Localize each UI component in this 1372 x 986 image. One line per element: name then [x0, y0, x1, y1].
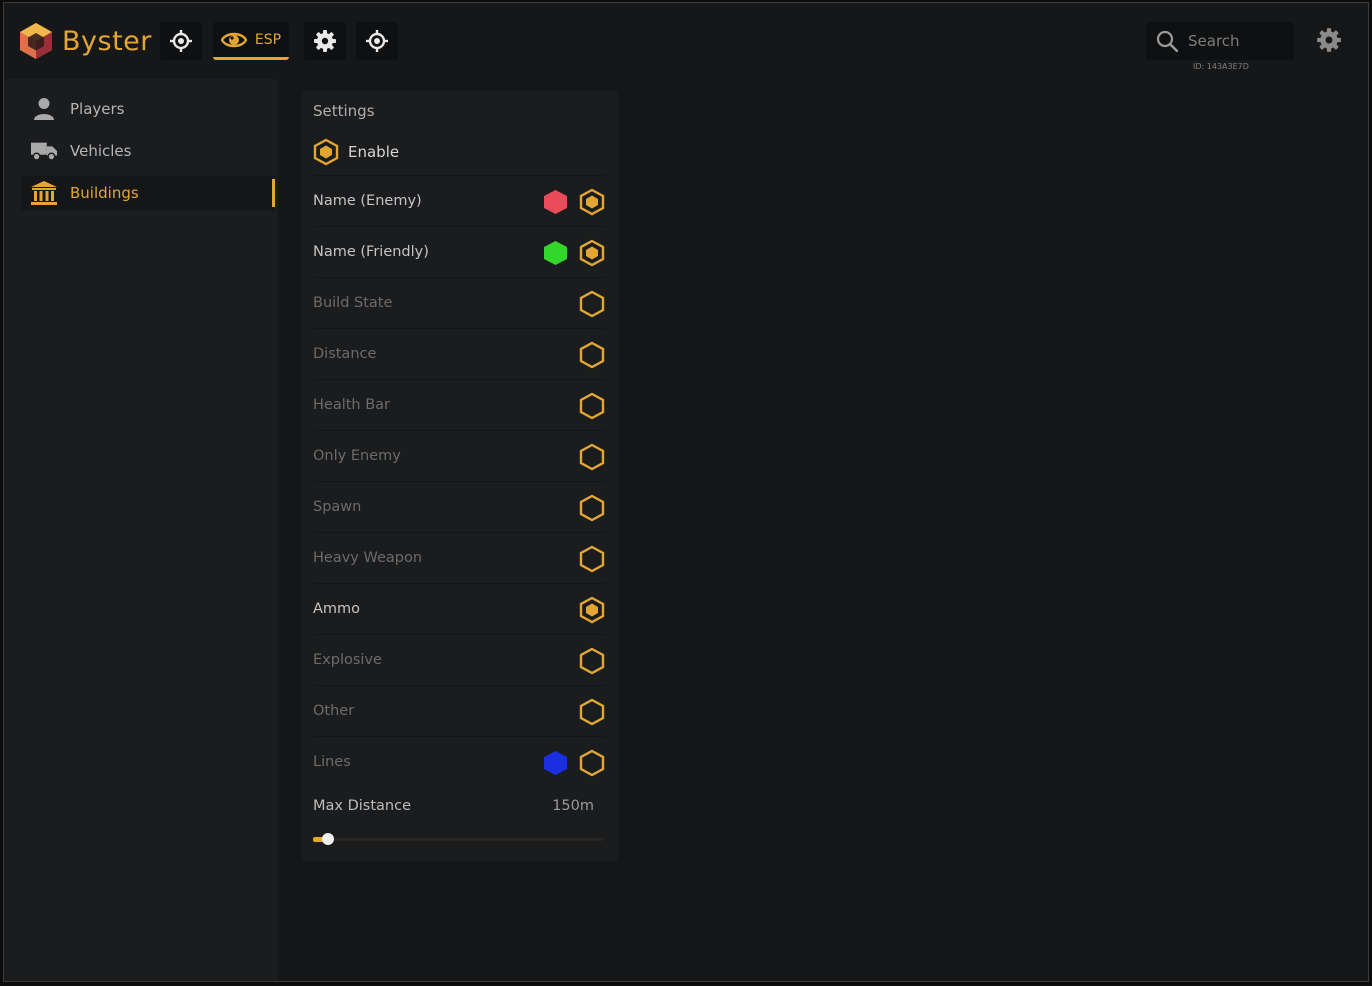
max-distance-row: Max Distance 150m — [313, 795, 605, 819]
option-label: Health Bar — [313, 397, 391, 413]
sidebar-item-label: Players — [70, 100, 125, 118]
option-row-heavy-weapon: Heavy Weapon — [313, 532, 605, 583]
panel-title: Settings — [313, 102, 375, 120]
option-row-ammo: Ammo — [313, 583, 605, 634]
color-picker-hex[interactable] — [543, 750, 568, 776]
color-picker-hex[interactable] — [543, 189, 568, 215]
active-indicator — [272, 179, 275, 207]
option-label: Spawn — [313, 499, 362, 515]
hex-checkbox-unchecked-icon[interactable] — [579, 443, 605, 471]
eye-icon — [220, 32, 247, 47]
app-name: Byster — [62, 25, 152, 57]
option-row-name-enemy: Name (Enemy) — [313, 175, 605, 226]
crosshair-icon — [170, 30, 192, 52]
option-label: Ammo — [313, 601, 361, 617]
option-label: Explosive — [313, 652, 382, 668]
option-label: Build State — [313, 295, 393, 311]
user-id-text: ID: 143A3E7D — [1193, 62, 1249, 71]
hex-checkbox-checked-icon — [313, 138, 339, 166]
option-row-lines: Lines — [313, 736, 605, 787]
option-row-other: Other — [313, 685, 605, 736]
option-label: Only Enemy — [313, 448, 401, 464]
max-distance-slider[interactable] — [313, 833, 603, 845]
nav-esp-tab[interactable]: ESP — [213, 22, 289, 60]
sidebar-item-vehicles[interactable]: Vehicles — [21, 134, 275, 168]
hex-checkbox-checked-icon[interactable] — [579, 239, 605, 267]
sidebar-item-label: Vehicles — [70, 142, 132, 160]
hex-checkbox-unchecked-icon[interactable] — [579, 392, 605, 420]
gear-icon — [314, 30, 336, 52]
search-input[interactable] — [1186, 31, 1290, 51]
hex-checkbox-unchecked-icon[interactable] — [579, 545, 605, 573]
crosshair-icon — [366, 30, 388, 52]
main-content: Settings Enable Name (Enemy) Name (Frien… — [278, 79, 1368, 981]
search-box[interactable] — [1146, 22, 1294, 60]
nav-misc-button[interactable] — [304, 22, 346, 60]
brand: Byster — [18, 21, 152, 61]
search-icon — [1156, 30, 1178, 52]
hex-checkbox-unchecked-icon[interactable] — [579, 647, 605, 675]
sidebar-item-label: Buildings — [70, 184, 139, 202]
nav-aim-button[interactable] — [160, 22, 202, 60]
hex-checkbox-checked-icon[interactable] — [579, 188, 605, 216]
enable-toggle[interactable]: Enable — [313, 138, 399, 166]
option-label: Lines — [313, 754, 351, 770]
option-row-only-enemy: Only Enemy — [313, 430, 605, 481]
hex-checkbox-unchecked-icon[interactable] — [579, 749, 605, 777]
user-icon — [31, 97, 57, 121]
building-icon — [31, 181, 57, 205]
esp-tab-label: ESP — [254, 31, 282, 48]
hex-checkbox-checked-icon[interactable] — [579, 596, 605, 624]
option-label: Heavy Weapon — [313, 550, 423, 566]
option-label: Name (Enemy) — [313, 193, 422, 209]
byster-logo-icon — [20, 23, 52, 59]
slider-track — [313, 838, 603, 841]
slider-thumb[interactable] — [321, 833, 334, 845]
gear-icon[interactable] — [1316, 27, 1342, 53]
app-window: Byster ESP Search ID: 143A3E7D Players V… — [3, 2, 1369, 982]
nav-target-button[interactable] — [356, 22, 398, 60]
option-label: Distance — [313, 346, 377, 362]
option-row-distance: Distance — [313, 328, 605, 379]
sidebar-item-players[interactable]: Players — [21, 92, 275, 126]
truck-icon — [31, 139, 57, 163]
max-distance-value: 150m — [552, 798, 594, 814]
hex-checkbox-unchecked-icon[interactable] — [579, 341, 605, 369]
sidebar-item-buildings[interactable]: Buildings — [21, 176, 275, 210]
option-row-build-state: Build State — [313, 277, 605, 328]
option-row-explosive: Explosive — [313, 634, 605, 685]
hex-checkbox-unchecked-icon[interactable] — [579, 290, 605, 318]
settings-panel: Settings Enable Name (Enemy) Name (Frien… — [302, 91, 618, 861]
max-distance-label: Max Distance — [313, 798, 411, 814]
color-picker-hex[interactable] — [543, 240, 568, 266]
hex-checkbox-unchecked-icon[interactable] — [579, 698, 605, 726]
option-label: Name (Friendly) — [313, 244, 429, 260]
enable-label: Enable — [348, 143, 400, 161]
option-label: Other — [313, 703, 355, 719]
sidebar: Players Vehicles Buildings — [4, 79, 278, 981]
top-bar: Byster ESP Search ID: 143A3E7D — [4, 3, 1368, 79]
option-row-name-friendly: Name (Friendly) — [313, 226, 605, 277]
option-row-health-bar: Health Bar — [313, 379, 605, 430]
hex-checkbox-unchecked-icon[interactable] — [579, 494, 605, 522]
option-row-spawn: Spawn — [313, 481, 605, 532]
